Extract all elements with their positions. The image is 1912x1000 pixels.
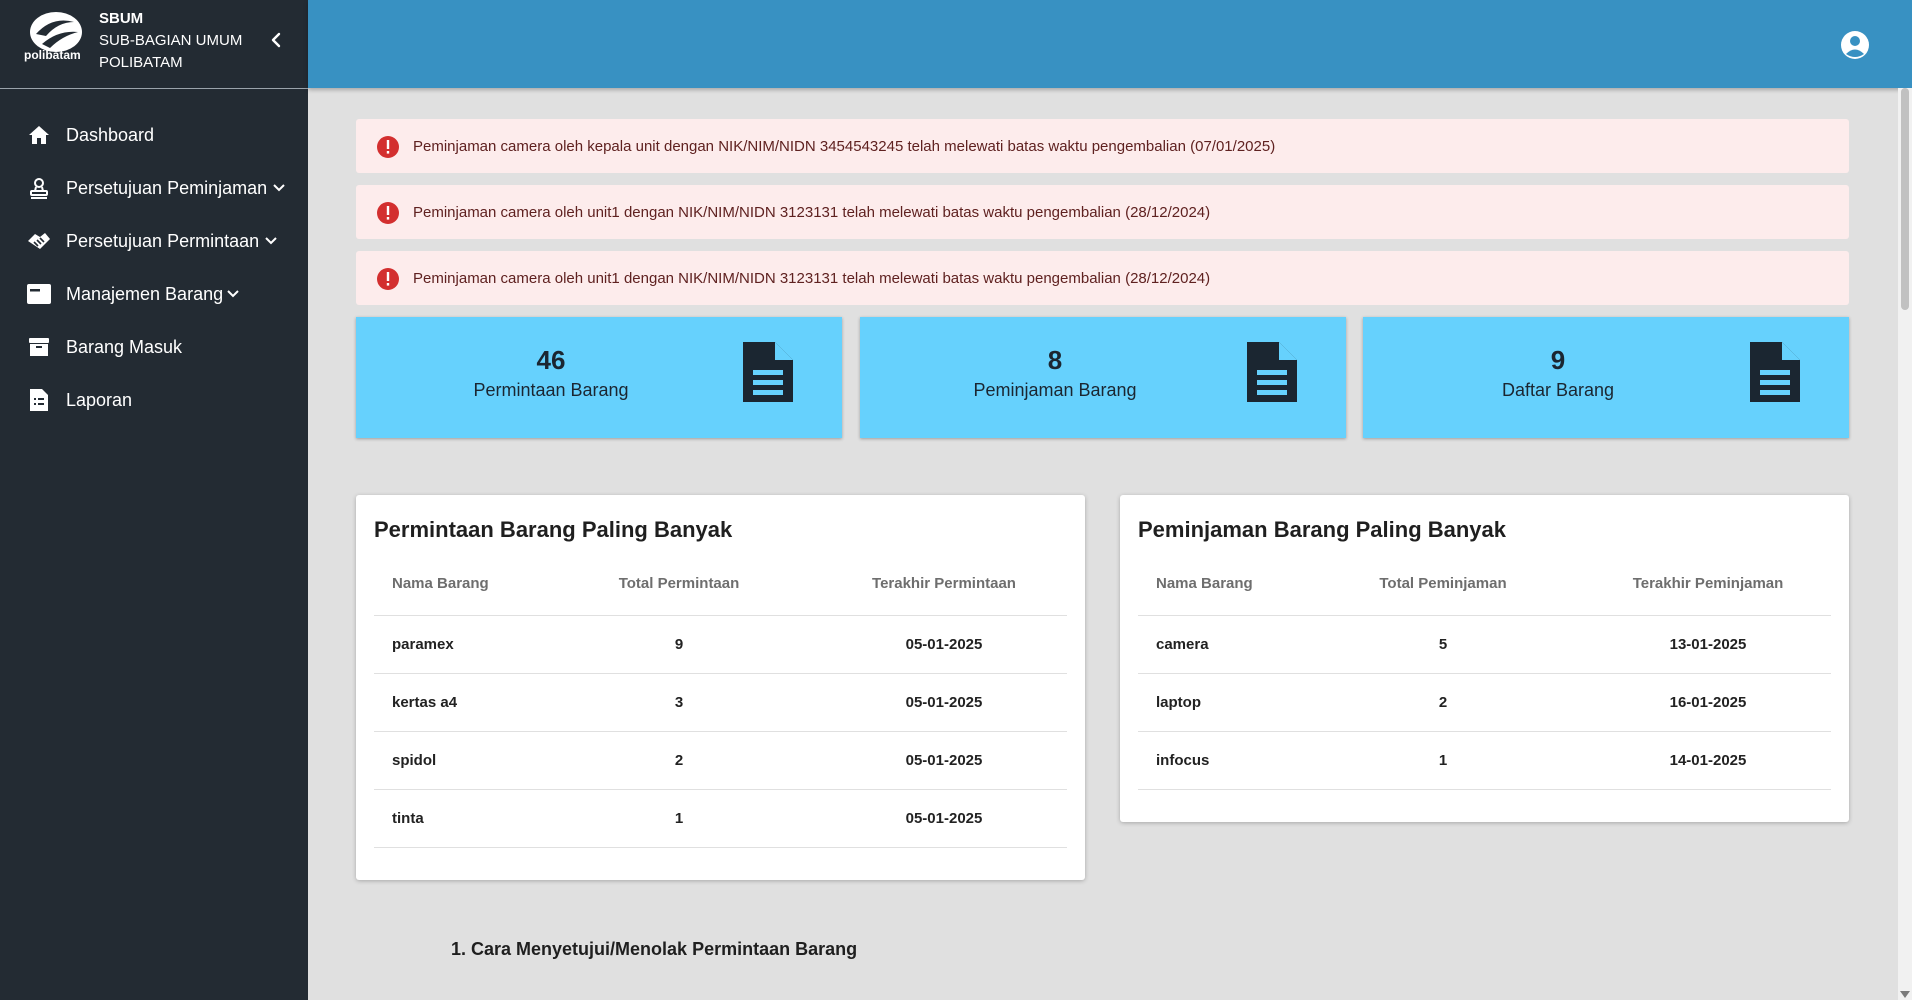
cell-terakhir: 16-01-2025 [1669,694,1747,711]
column-header[interactable]: Total Permintaan [574,575,784,592]
top-app-bar [308,0,1912,88]
cell-nama-barang: laptop [1156,694,1201,711]
brand-title-line2: SUB-BAGIAN UMUM [99,32,243,49]
home-icon [26,122,52,148]
sidebar-item-dashboard[interactable]: Dashboard [0,115,308,155]
cell-nama-barang: kertas a4 [392,694,458,711]
sidebar-item-barang-masuk[interactable]: Barang Masuk [0,327,308,367]
stat-value: 46 [536,345,566,375]
brand-title-line1: SBUM [99,10,144,27]
cell-total: 1 [1438,752,1448,769]
brand-title: SBUM SUB-BAGIAN UMUM POLIBATAM [99,8,242,74]
peminjaman-table: Nama Barang Total Peminjaman Terakhir Pe… [1138,555,1831,790]
column-header[interactable]: Terakhir Permintaan [834,575,1054,592]
cell-nama-barang: camera [1156,636,1209,653]
sidebar-item-laporan[interactable]: Laporan [0,380,308,420]
stat-label: Permintaan Barang [473,380,629,400]
column-header[interactable]: Nama Barang [392,575,489,592]
cell-terakhir: 13-01-2025 [1669,636,1747,653]
overdue-alert: Peminjaman camera oleh unit1 dengan NIK/… [356,185,1849,239]
guide-heading: 1. Cara Menyetujui/Menolak Permintaan Ba… [451,939,858,959]
table-header: Nama Barang Total Peminjaman Terakhir Pe… [1138,555,1831,616]
alert-message: Peminjaman camera oleh kepala unit denga… [413,137,1276,155]
user-stamp-icon [26,175,52,201]
cell-nama-barang: tinta [392,810,424,827]
chevron-down-icon [227,290,239,298]
column-header[interactable]: Nama Barang [1156,575,1253,592]
chevron-down-icon [273,184,285,192]
cell-nama-barang: infocus [1156,752,1210,769]
stat-label: Daftar Barang [1501,380,1615,400]
cell-nama-barang: paramex [392,636,454,653]
error-icon [377,202,399,224]
column-header[interactable]: Total Peminjaman [1338,575,1548,592]
cell-terakhir: 05-01-2025 [905,636,983,653]
table-row: kertas a4 3 05-01-2025 [374,674,1067,732]
overdue-alert: Peminjaman camera oleh unit1 dengan NIK/… [356,251,1849,305]
card-title: Peminjaman Barang Paling Banyak [1138,517,1507,542]
sidebar: polibatam SBUM SUB-BAGIAN UMUM POLIBATAM… [0,0,308,1000]
peminjaman-table-card: Peminjaman Barang Paling Banyak Nama Bar… [1120,495,1849,822]
stat-card-peminjaman[interactable]: 8 Peminjaman Barang [860,317,1346,438]
alert-message: Peminjaman camera oleh unit1 dengan NIK/… [413,269,1211,287]
sidebar-item-persetujuan-peminjaman[interactable]: Persetujuan Peminjaman [0,168,308,208]
handshake-icon [26,228,52,254]
table-header: Nama Barang Total Permintaan Terakhir Pe… [374,555,1067,616]
stat-value: 8 [1047,345,1063,375]
document-icon [1247,342,1297,402]
cell-terakhir: 14-01-2025 [1669,752,1747,769]
column-header[interactable]: Terakhir Peminjaman [1598,575,1818,592]
table-row: infocus 1 14-01-2025 [1138,732,1831,790]
cell-total: 3 [674,694,684,711]
archive-box-icon [26,334,52,360]
error-icon [377,268,399,290]
chevron-down-icon [265,237,277,245]
cell-total: 5 [1438,636,1448,653]
table-row: spidol 2 05-01-2025 [374,732,1067,790]
stat-card-permintaan[interactable]: 46 Permintaan Barang [356,317,842,438]
cell-total: 9 [674,636,684,653]
page-scrollbar[interactable] [1898,88,1912,1000]
table-row: laptop 2 16-01-2025 [1138,674,1831,732]
alert-message: Peminjaman camera oleh unit1 dengan NIK/… [413,203,1211,221]
brand-title-line3: POLIBATAM [99,54,183,71]
card-title: Permintaan Barang Paling Banyak [374,517,733,542]
table-row: camera 5 13-01-2025 [1138,616,1831,674]
account-icon[interactable] [1840,30,1870,60]
error-icon [377,136,399,158]
document-icon [1750,342,1800,402]
sidebar-item-manajemen-barang[interactable]: Manajemen Barang [0,274,308,314]
cell-total: 1 [674,810,684,827]
cell-terakhir: 05-01-2025 [905,810,983,827]
permintaan-table-card: Permintaan Barang Paling Banyak Nama Bar… [356,495,1085,880]
stat-label: Peminjaman Barang [973,380,1137,400]
sidebar-item-persetujuan-permintaan[interactable]: Persetujuan Permintaan [0,221,308,261]
table-row: tinta 1 05-01-2025 [374,790,1067,848]
sidebar-item-label: Manajemen Barang [66,283,224,304]
report-icon [26,387,52,413]
collapse-sidebar-icon[interactable] [266,28,286,52]
scroll-down-arrow-icon[interactable] [1900,991,1910,998]
table-row: paramex 9 05-01-2025 [374,616,1067,674]
card-icon [26,281,52,307]
overdue-alert: Peminjaman camera oleh kepala unit denga… [356,119,1849,173]
cell-total: 2 [1438,694,1448,711]
scrollbar-thumb[interactable] [1901,88,1909,310]
cell-nama-barang: spidol [392,752,437,769]
sidebar-item-label: Barang Masuk [66,336,183,357]
logo-text: polibatam [24,48,81,62]
sidebar-item-label: Persetujuan Permintaan [66,230,260,251]
document-icon [743,342,793,402]
sidebar-item-label: Laporan [66,389,133,410]
cell-terakhir: 05-01-2025 [905,694,983,711]
permintaan-table: Nama Barang Total Permintaan Terakhir Pe… [374,555,1067,848]
cell-terakhir: 05-01-2025 [905,752,983,769]
sidebar-item-label: Dashboard [66,124,155,145]
stat-value: 9 [1550,345,1566,375]
cell-total: 2 [674,752,684,769]
brand-header: polibatam SBUM SUB-BAGIAN UMUM POLIBATAM [0,0,308,89]
sidebar-item-label: Persetujuan Peminjaman [66,177,268,198]
stat-card-daftar-barang[interactable]: 9 Daftar Barang [1363,317,1849,438]
